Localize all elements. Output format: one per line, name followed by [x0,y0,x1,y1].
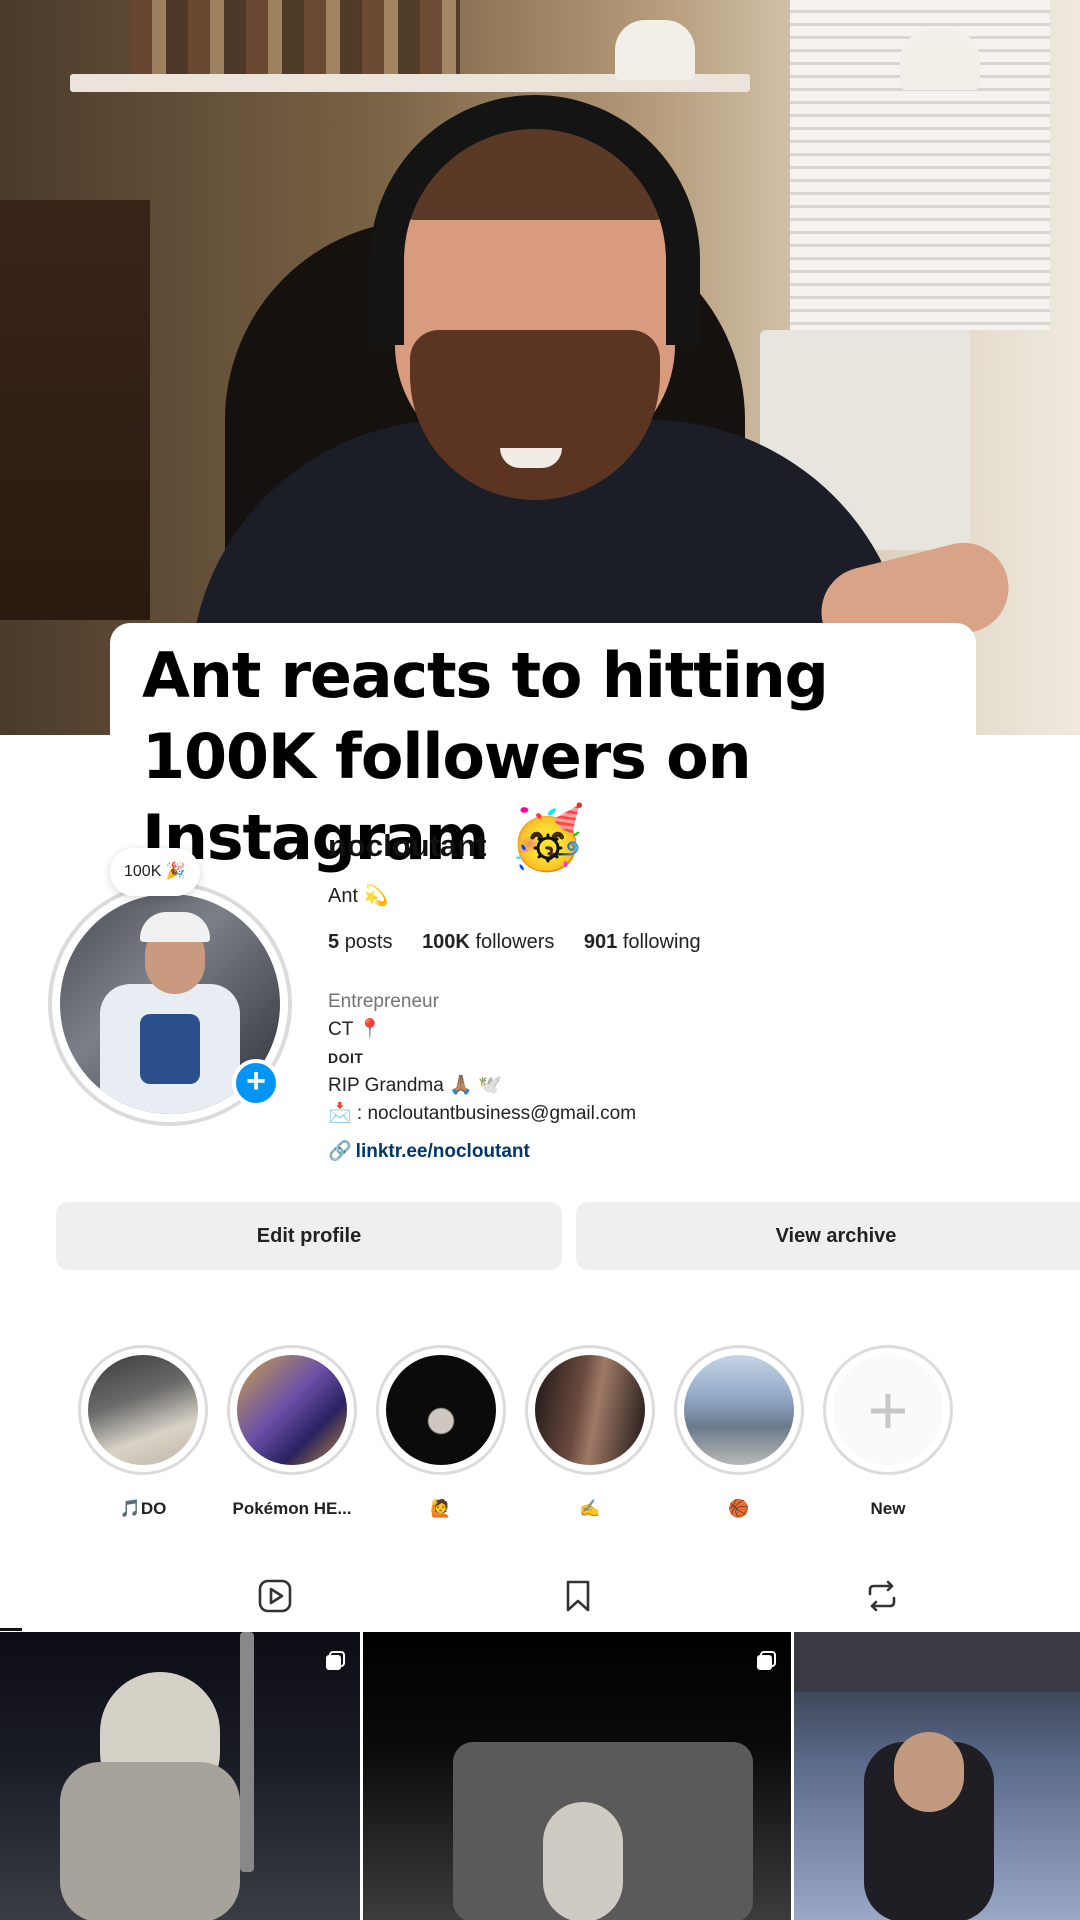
highlight-item[interactable]: 🙋 [376,1345,506,1519]
post-pole [240,1632,254,1872]
profile-note[interactable]: 100K 🎉 [110,848,200,896]
highlight-label: 🎵DO [119,1499,167,1518]
highlight-thumbnail [237,1355,347,1465]
post-thumbnail[interactable] [363,1632,791,1920]
bio-line-location: CT 📍 [328,1019,382,1040]
plus-icon: + [867,1371,909,1449]
following-stat[interactable]: 901 following [584,931,701,953]
highlight-item[interactable]: ✍️ [525,1345,655,1519]
post-thumbnail[interactable] [0,1632,360,1920]
post-figure [60,1762,240,1920]
highlight-ring [227,1345,357,1475]
highlight-ring: + [823,1345,953,1475]
followers-count: 100K [422,931,470,953]
followers-label: followers [475,931,555,953]
bio-line-doit: DOIT [328,1050,364,1066]
lamp-shade [615,20,695,80]
highlight-label: 🏀 [728,1499,750,1518]
following-count: 901 [583,931,618,953]
shelf-collectibles [130,0,460,78]
profile-link[interactable]: 🔗 linktr.ee/nocloutant [328,1139,530,1163]
highlight-item[interactable]: 🎵DO [78,1345,208,1519]
add-story-button[interactable]: + [232,1059,280,1107]
post-thumbnail[interactable] [794,1632,1080,1920]
new-highlight-button[interactable]: + New [823,1345,953,1519]
highlight-thumbnail [386,1355,496,1465]
video-caption: Ant reacts to hitting 100K followers on … [110,623,976,874]
highlight-thumbnail [88,1355,198,1465]
posts-label: posts [344,931,393,953]
profile-full-name: Ant 💫 [328,885,389,907]
highlight-item[interactable]: Pokémon HE... [227,1345,357,1519]
highlight-label: 🙋 [430,1499,452,1518]
profile-link-text[interactable]: linktr.ee/nocloutant [356,1141,530,1162]
profile-username: nocloutant [328,828,487,863]
posts-count: 5 [328,931,340,953]
multiple-posts-icon [757,1651,776,1670]
highlight-label: New [870,1499,906,1518]
followers-stat[interactable]: 100K followers [422,931,554,953]
post-figure [543,1802,623,1920]
tab-indicator [0,1628,22,1631]
highlight-label: ✍️ [579,1499,601,1518]
profile-bio: Entrepreneur CT 📍 DOIT RIP Grandma 🙏🏽 🕊️… [328,988,636,1128]
post-ceiling [794,1632,1080,1692]
link-icon: 🔗 [328,1141,352,1162]
new-highlight-circle: + [833,1355,943,1465]
bio-category: Entrepreneur [328,991,439,1012]
highlight-ring [376,1345,506,1475]
bio-line-email: 📩 : nocloutantbusiness@gmail.com [328,1103,637,1124]
edit-profile-button[interactable]: Edit profile [56,1202,562,1270]
view-archive-button[interactable]: View archive [576,1202,1080,1270]
avatar-emblem [140,1014,200,1084]
cabinet [0,200,150,620]
profile-stats: 5 posts 100K followers 901 following [328,931,725,954]
highlight-label: Pokémon HE... [232,1499,352,1518]
saved-icon[interactable] [560,1578,596,1614]
highlight-item[interactable]: 🏀 [674,1345,804,1519]
bio-line-rip: RIP Grandma 🙏🏽 🕊️ [328,1075,502,1096]
highlight-thumbnail [535,1355,645,1465]
reels-icon[interactable] [257,1578,293,1614]
post-figure-head [894,1732,964,1812]
avatar-cap [140,912,210,942]
settings-gear-icon[interactable] [532,832,564,864]
following-label: following [622,931,701,953]
lamp-shade [900,30,980,90]
highlight-ring [78,1345,208,1475]
multiple-posts-icon [326,1651,345,1670]
tagged-icon[interactable] [864,1578,900,1614]
highlight-ring [525,1345,655,1475]
posts-stat[interactable]: 5 posts [328,931,393,953]
highlight-thumbnail [684,1355,794,1465]
highlight-ring [674,1345,804,1475]
